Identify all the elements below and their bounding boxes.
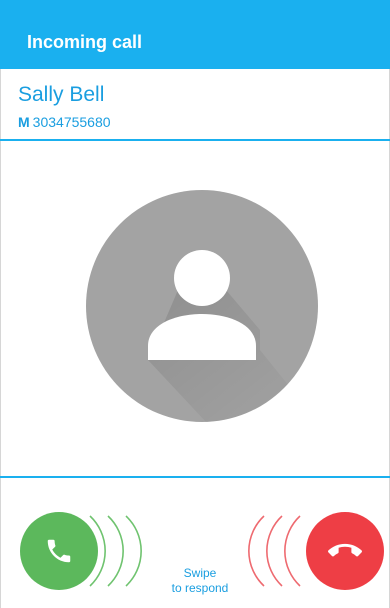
avatar-area — [0, 141, 390, 476]
swipe-hint-line1: Swipe — [183, 566, 217, 580]
header-title: Incoming call — [27, 32, 143, 52]
swipe-hint: Swipe to respond — [160, 566, 240, 596]
caller-name: Sally Bell — [18, 83, 105, 106]
decline-ripples — [248, 515, 301, 587]
caller-info: Sally Bell M 3034755680 — [0, 69, 390, 141]
caller-number-row: M 3034755680 — [18, 114, 111, 130]
app-header: Incoming call — [0, 0, 390, 69]
caller-number: 3034755680 — [32, 114, 111, 130]
answer-button[interactable] — [20, 512, 98, 590]
call-controls: Swipe to respond — [0, 478, 390, 608]
swipe-hint-line2: to respond — [171, 581, 229, 595]
number-type-label: M — [18, 114, 30, 130]
phone-answer-icon — [47, 539, 71, 563]
avatar — [86, 190, 318, 422]
phone-hangup-icon — [328, 543, 362, 557]
decline-button[interactable] — [306, 512, 384, 590]
